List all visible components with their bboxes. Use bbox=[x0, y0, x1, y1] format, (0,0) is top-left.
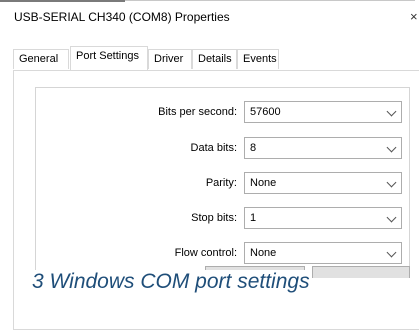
parity-select[interactable]: None bbox=[244, 172, 402, 194]
stop-bits-select[interactable]: 1 bbox=[244, 207, 402, 229]
data-bits-label: Data bits: bbox=[190, 142, 237, 154]
stop-bits-label: Stop bits: bbox=[191, 212, 237, 224]
bits-per-second-label: Bits per second: bbox=[158, 106, 237, 118]
tab-driver[interactable]: Driver bbox=[148, 49, 192, 69]
bits-per-second-value: 57600 bbox=[250, 106, 281, 118]
tab-events[interactable]: Events bbox=[237, 49, 279, 69]
bits-per-second-select[interactable]: 57600 bbox=[244, 101, 402, 123]
data-bits-select[interactable]: 8 bbox=[244, 137, 402, 159]
chevron-down-icon bbox=[386, 247, 397, 258]
title-bar-top-border bbox=[0, 0, 125, 2]
chevron-down-icon bbox=[386, 212, 397, 223]
title-bar-border bbox=[125, 0, 415, 1]
chevron-down-icon bbox=[386, 177, 397, 188]
stop-bits-value: 1 bbox=[250, 212, 257, 224]
window-title: USB-SERIAL CH340 (COM8) Properties bbox=[14, 10, 230, 24]
figure-caption: 3 Windows COM port settings bbox=[30, 270, 312, 294]
chevron-down-icon bbox=[386, 142, 397, 153]
tab-general[interactable]: General bbox=[13, 49, 69, 69]
parity-value: None bbox=[250, 177, 277, 189]
tab-port-settings[interactable]: Port Settings bbox=[70, 46, 148, 70]
chevron-down-icon bbox=[386, 106, 397, 117]
parity-label: Parity: bbox=[205, 177, 237, 189]
tab-strip: General Port Settings Driver Details Eve… bbox=[13, 46, 419, 71]
tab-details[interactable]: Details bbox=[192, 49, 237, 69]
flow-control-value: None bbox=[250, 247, 277, 259]
flow-control-label: Flow control: bbox=[174, 247, 237, 259]
close-icon[interactable]: × bbox=[410, 9, 418, 24]
data-bits-value: 8 bbox=[250, 142, 257, 154]
restore-defaults-button[interactable] bbox=[312, 266, 410, 278]
flow-control-select[interactable]: None bbox=[244, 242, 402, 264]
